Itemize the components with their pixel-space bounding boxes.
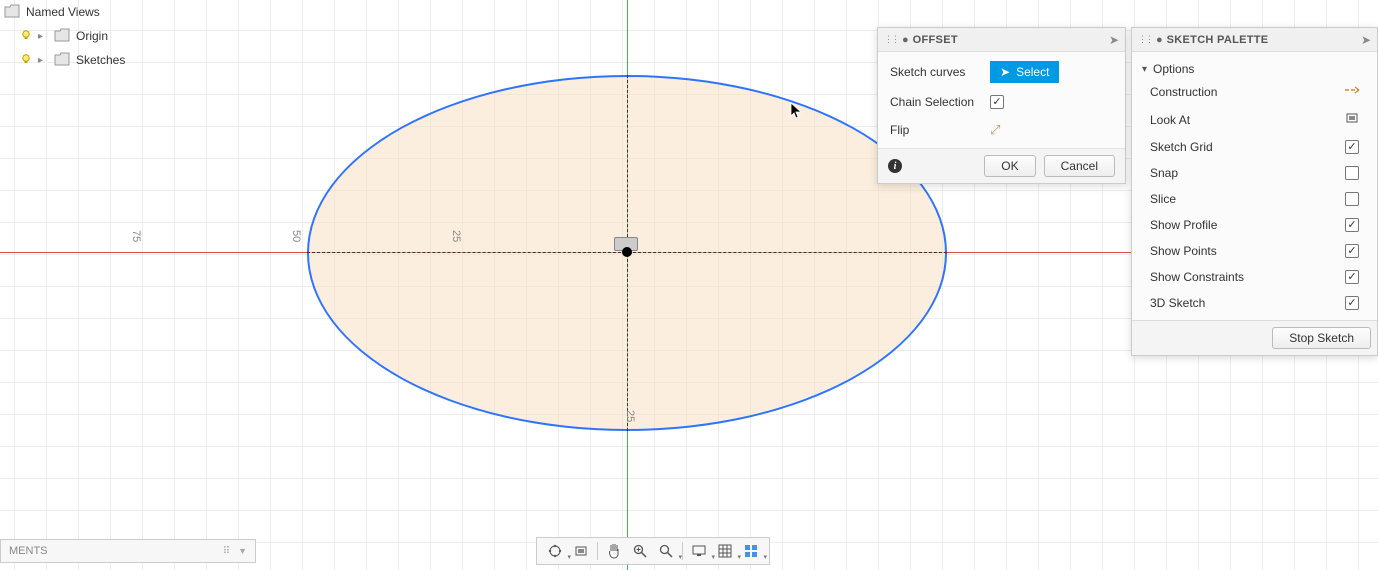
snap-label: Snap [1150, 166, 1339, 180]
look-at-icon[interactable] [1345, 111, 1359, 128]
chevron-down-icon[interactable]: ▼ [238, 546, 247, 556]
panel-header[interactable]: ⋮⋮ ● SKETCH PALETTE ➤ [1132, 28, 1377, 52]
slice-label: Slice [1150, 192, 1339, 206]
offset-panel: ⋮⋮ ● OFFSET ➤ Sketch curves ➤ Select Cha… [877, 27, 1126, 184]
grip-icon[interactable]: ⋮⋮ [1138, 34, 1152, 45]
collapse-icon[interactable]: ➤ [1109, 33, 1119, 47]
orbit-tool-icon[interactable] [543, 539, 567, 563]
grip-icon[interactable]: ⋮⋮ [884, 34, 898, 45]
sketch-curves-label: Sketch curves [890, 65, 990, 79]
zoom-window-tool-icon[interactable] [654, 539, 678, 563]
viewport-layout-icon[interactable] [739, 539, 763, 563]
tree-item-origin[interactable]: Origin [0, 24, 260, 48]
show-profile-label: Show Profile [1150, 218, 1339, 232]
slice-checkbox[interactable] [1345, 192, 1359, 206]
grid-settings-icon[interactable] [713, 539, 737, 563]
panel-header[interactable]: ⋮⋮ ● OFFSET ➤ [878, 28, 1125, 52]
show-points-checkbox[interactable] [1345, 244, 1359, 258]
chain-selection-label: Chain Selection [890, 95, 990, 109]
pointer-icon: ➤ [1000, 65, 1010, 79]
collapse-icon[interactable]: ➤ [1361, 33, 1371, 47]
sketch-grid-label: Sketch Grid [1150, 140, 1339, 154]
tree-label: Origin [76, 29, 108, 43]
display-settings-icon[interactable] [687, 539, 711, 563]
show-profile-checkbox[interactable] [1345, 218, 1359, 232]
expand-icon[interactable] [38, 55, 48, 65]
sketch-palette-panel: ⋮⋮ ● SKETCH PALETTE ➤ Options Constructi… [1131, 27, 1378, 356]
axis-tick-25-v: 25 [624, 410, 636, 422]
select-button[interactable]: ➤ Select [990, 61, 1059, 83]
options-header-label: Options [1153, 62, 1194, 76]
tree-item-named-views[interactable]: Named Views [0, 0, 260, 24]
bullet-icon: ● [1156, 34, 1163, 46]
axis-tick-50: 50 [290, 230, 302, 242]
flip-label: Flip [890, 123, 990, 137]
axis-tick-25: 25 [450, 230, 462, 242]
folder-icon [54, 52, 70, 69]
tree-label: Sketches [76, 53, 125, 67]
ellipse-center-point[interactable] [622, 247, 632, 257]
zoom-tool-icon[interactable] [628, 539, 652, 563]
comments-bar[interactable]: MENTS ⠿ ▼ [0, 539, 256, 563]
view-toolbar [536, 537, 770, 565]
snap-checkbox[interactable] [1345, 166, 1359, 180]
show-constraints-label: Show Constraints [1150, 270, 1339, 284]
expand-icon[interactable] [38, 31, 48, 41]
flip-icon[interactable]: ⤢ [990, 122, 1000, 138]
browser-tree: Named Views Origin Sketches [0, 0, 260, 72]
grip-icon[interactable]: ⠿ [223, 546, 230, 557]
folder-icon [4, 4, 20, 21]
select-label: Select [1016, 65, 1049, 79]
cancel-button[interactable]: Cancel [1044, 155, 1115, 177]
ok-button[interactable]: OK [984, 155, 1035, 177]
stop-sketch-button[interactable]: Stop Sketch [1272, 327, 1371, 349]
construction-icon[interactable] [1344, 84, 1360, 99]
bulb-icon [20, 29, 32, 44]
construction-label: Construction [1150, 85, 1339, 99]
comments-label: MENTS [9, 545, 48, 557]
chain-selection-checkbox[interactable] [990, 95, 1004, 109]
pan-tool-icon[interactable] [602, 539, 626, 563]
look-at-tool-icon[interactable] [569, 539, 593, 563]
bulb-icon [20, 53, 32, 68]
axis-tick-75: 75 [130, 230, 142, 242]
tree-label: Named Views [26, 5, 100, 19]
folder-icon [54, 28, 70, 45]
panel-title: SKETCH PALETTE [1167, 34, 1357, 46]
panel-title: OFFSET [913, 34, 1105, 46]
sketch-grid-checkbox[interactable] [1345, 140, 1359, 154]
three-d-sketch-label: 3D Sketch [1150, 296, 1339, 310]
info-icon[interactable]: i [888, 159, 902, 173]
tree-item-sketches[interactable]: Sketches [0, 48, 260, 72]
options-section-header[interactable]: Options [1132, 56, 1377, 78]
look-at-label: Look At [1150, 113, 1339, 127]
three-d-sketch-checkbox[interactable] [1345, 296, 1359, 310]
bullet-icon: ● [902, 34, 909, 46]
show-constraints-checkbox[interactable] [1345, 270, 1359, 284]
show-points-label: Show Points [1150, 244, 1339, 258]
